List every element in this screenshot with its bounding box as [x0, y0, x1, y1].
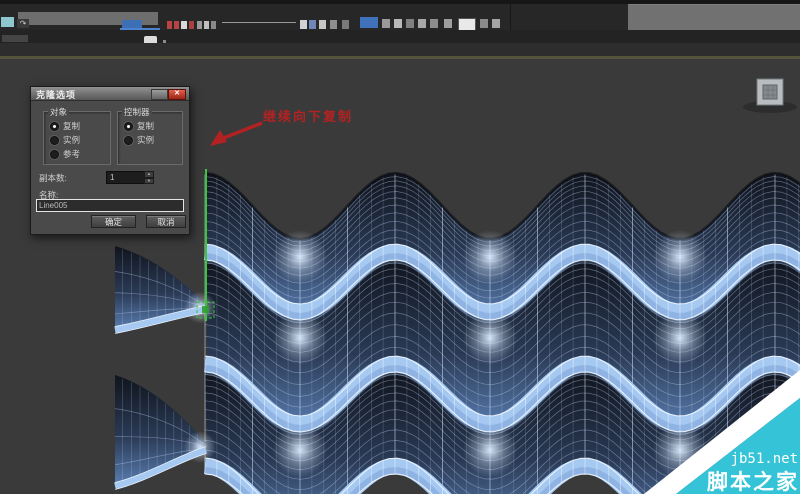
object-group-label: 对象 — [48, 106, 70, 118]
watermark-url: jb51.net — [731, 451, 798, 467]
viewport-top-edge — [0, 56, 800, 59]
radio-reference-label: 参考 — [63, 149, 81, 159]
clone-options-dialog[interactable]: 克隆选项 ✕ 对象 复制 实例 参考 控制器 复制 实例 副本数: 1 ▲ ▼ … — [30, 86, 190, 235]
radio-instance[interactable]: 实例 — [50, 134, 80, 146]
scene-object-cube[interactable] — [743, 78, 797, 113]
controller-group: 控制器 复制 实例 — [117, 106, 183, 165]
snap-icon[interactable] — [1, 17, 14, 27]
cancel-button[interactable]: 取消 — [146, 215, 186, 228]
application-window: ↷ 继续向下复制 克隆选项 ✕ 对象 复制 实例 参考 控制器 复制 实例 副本… — [0, 0, 800, 494]
align-icon[interactable] — [181, 21, 187, 29]
render-setup-icon[interactable] — [444, 19, 452, 28]
radio-instance-label: 实例 — [63, 135, 81, 145]
dialog-title: 克隆选项 — [36, 90, 77, 100]
annotation-text: 继续向下复制 — [263, 109, 354, 124]
annotation-arrow — [210, 121, 263, 146]
copies-spinner[interactable]: 1 — [106, 171, 147, 184]
object-group: 对象 复制 实例 参考 — [43, 106, 111, 165]
ribbon-label-strip — [2, 35, 28, 42]
radio-copy-icon[interactable] — [50, 121, 59, 131]
toolbar-icon[interactable] — [197, 21, 202, 29]
radio-ctrl-copy-label: 复制 — [137, 121, 155, 131]
toolbar-icon[interactable] — [330, 20, 337, 29]
toolbar-icon[interactable] — [406, 19, 414, 28]
toolbar-icon[interactable] — [189, 21, 194, 29]
layer-manager-icon[interactable] — [300, 20, 307, 29]
mirror-icon[interactable] — [174, 21, 179, 29]
help-icon[interactable] — [151, 89, 168, 100]
radio-copy-label: 复制 — [63, 121, 81, 131]
toolbar-icon[interactable] — [394, 19, 402, 28]
toolbar-edge — [510, 4, 511, 30]
watermark-site-name: 脚本之家 — [707, 470, 799, 494]
toolbar-icon[interactable] — [204, 21, 209, 29]
toolbar-icon[interactable] — [430, 19, 438, 28]
spinner-down-icon[interactable]: ▼ — [144, 177, 154, 184]
mirror-icon[interactable] — [167, 21, 172, 29]
toolbar-divider — [222, 22, 296, 23]
radio-instance-icon[interactable] — [50, 135, 59, 145]
statusbar-strip — [0, 43, 800, 56]
dialog-titlebar[interactable]: 克隆选项 ✕ — [31, 87, 189, 101]
rendered-frame-icon[interactable] — [480, 19, 488, 28]
radio-reference-icon[interactable] — [50, 149, 59, 159]
toolbar-icon[interactable] — [211, 21, 216, 29]
close-icon[interactable]: ✕ — [168, 89, 186, 100]
main-toolbar: ↷ — [0, 0, 800, 59]
toolbar-icon[interactable] — [418, 19, 426, 28]
controller-group-label: 控制器 — [122, 106, 152, 118]
radio-ctrl-instance[interactable]: 实例 — [124, 134, 154, 146]
vertex-handle[interactable] — [202, 306, 209, 313]
radio-copy[interactable]: 复制 — [50, 120, 80, 132]
watermark: jb51.net 脚本之家 — [644, 370, 800, 494]
right-panel — [628, 4, 800, 31]
copies-label: 副本数: — [39, 173, 67, 183]
radio-reference[interactable]: 参考 — [50, 148, 80, 160]
toolbar-icon[interactable] — [382, 19, 390, 28]
material-editor-icon[interactable] — [360, 17, 378, 28]
curve-editor-icon[interactable] — [309, 20, 316, 29]
ok-button[interactable]: 确定 — [91, 215, 136, 228]
schematic-view-icon[interactable] — [319, 20, 326, 29]
ribbon-row — [0, 30, 800, 43]
toolbar-icon[interactable] — [342, 20, 349, 29]
radio-ctrl-instance-icon[interactable] — [124, 135, 133, 145]
radio-ctrl-copy[interactable]: 复制 — [124, 120, 154, 132]
undo-icon[interactable]: ↷ — [17, 19, 29, 28]
spinner-arrows[interactable]: ▲ ▼ — [144, 171, 154, 184]
radio-ctrl-copy-icon[interactable] — [124, 121, 133, 131]
radio-ctrl-instance-label: 实例 — [137, 135, 155, 145]
name-input[interactable] — [36, 199, 184, 212]
toolbar-icon[interactable] — [492, 19, 500, 28]
